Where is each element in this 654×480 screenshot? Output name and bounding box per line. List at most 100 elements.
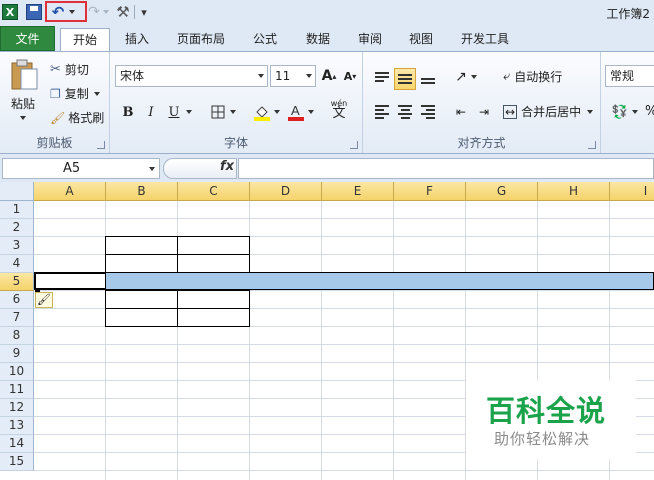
bordered-cell[interactable] [105,308,178,327]
column-header-b[interactable]: B [106,182,178,201]
row-header-7[interactable]: 7 [0,309,34,327]
font-size-dropdown-icon[interactable] [306,74,312,78]
bordered-cell[interactable] [105,290,178,309]
bordered-cell[interactable] [177,290,250,309]
column-header-d[interactable]: D [250,182,322,201]
fill-color-button[interactable] [251,101,273,123]
copy-dropdown-icon[interactable] [93,91,100,96]
accounting-format-dropdown-icon[interactable] [632,110,638,114]
selected-row-range[interactable] [34,272,654,290]
increase-indent-button[interactable]: ⇥ [473,101,495,123]
customize-toolbar-icon[interactable]: ▾ [138,3,150,21]
tab-page-layout[interactable]: 页面布局 [168,28,234,51]
row-header-12[interactable]: 12 [0,399,34,417]
bordered-cell[interactable] [177,254,250,273]
tab-formulas[interactable]: 公式 [243,28,287,51]
row-header-6[interactable]: 6 [0,291,34,309]
redo-dropdown-icon[interactable] [102,3,110,21]
row-header-2[interactable]: 2 [0,219,34,237]
format-painter-button[interactable]: 🖌 格式刷 [50,109,104,126]
align-top-button[interactable] [371,66,393,88]
underline-button[interactable]: U [163,101,185,123]
active-cell[interactable] [34,272,106,290]
shrink-font-button[interactable]: A ▾ [339,65,361,87]
tab-insert[interactable]: 插入 [114,28,160,51]
row-header-15[interactable]: 15 [0,453,34,471]
align-middle-button[interactable] [394,68,416,90]
column-header-f[interactable]: F [394,182,466,201]
row-header-3[interactable]: 3 [0,237,34,255]
row-header-9[interactable]: 9 [0,345,34,363]
tab-data[interactable]: 数据 [296,28,340,51]
column-header-a[interactable]: A [34,182,106,201]
align-right-button[interactable] [417,101,439,123]
column-header-e[interactable]: E [322,182,394,201]
row-header-11[interactable]: 11 [0,381,34,399]
undo-icon[interactable]: ↶ [50,3,66,21]
redo-icon[interactable]: ↷ [87,3,101,21]
bold-button[interactable]: B [117,101,139,123]
font-name-select[interactable]: 宋体 [115,65,268,87]
clipboard-launcher-icon[interactable] [97,141,105,149]
formula-input[interactable] [238,158,654,179]
row-header-13[interactable]: 13 [0,417,34,435]
bordered-cell[interactable] [105,254,178,273]
bordered-cell[interactable] [177,236,250,255]
name-box-dropdown-icon[interactable] [149,167,155,171]
row-header-8[interactable]: 8 [0,327,34,345]
row-header-5[interactable]: 5 [0,273,34,291]
column-header-i[interactable]: I [610,182,654,201]
paste-button[interactable]: 粘贴 [11,95,35,112]
align-center-button[interactable] [394,101,416,123]
orientation-dropdown-icon[interactable] [471,75,477,79]
tab-review[interactable]: 审阅 [348,28,392,51]
excel-icon[interactable]: X [2,4,18,20]
select-all-corner[interactable] [0,182,34,201]
percent-button[interactable]: % [645,104,654,119]
fill-color-dropdown-icon[interactable] [274,110,280,114]
alignment-launcher-icon[interactable] [588,141,596,149]
tab-file[interactable]: 文件 [0,26,55,51]
decrease-indent-button[interactable]: ⇤ [450,101,472,123]
align-left-button[interactable] [371,101,393,123]
name-box[interactable]: A5 [2,158,160,179]
font-size-select[interactable]: 11 [270,65,316,87]
tab-home[interactable]: 开始 [60,28,110,51]
font-launcher-icon[interactable] [350,141,358,149]
borders-dropdown-icon[interactable] [230,110,236,114]
borders-button[interactable] [207,101,229,123]
copy-button[interactable]: ❐ 复制 [50,85,100,102]
font-name-dropdown-icon[interactable] [258,74,264,78]
orientation-button[interactable]: ↗ [450,66,472,88]
cut-button[interactable]: ✂ 剪切 [50,61,89,78]
tab-view[interactable]: 视图 [399,28,443,51]
tools-icon[interactable]: ⚒ [113,3,133,21]
column-header-h[interactable]: H [538,182,610,201]
column-header-c[interactable]: C [178,182,250,201]
merge-center-dropdown-icon[interactable] [587,109,594,114]
undo-dropdown-icon[interactable] [68,3,76,21]
phonetic-button[interactable]: wén 文 [325,98,353,120]
insert-function-button[interactable]: fx [220,159,234,174]
row-header-14[interactable]: 14 [0,435,34,453]
number-format-select[interactable]: 常规 [605,65,654,87]
font-color-dropdown-icon[interactable] [308,110,314,114]
tab-developer[interactable]: 开发工具 [452,28,518,51]
paste-icon[interactable] [9,57,39,91]
bordered-cell[interactable] [177,308,250,327]
row-header-4[interactable]: 4 [0,255,34,273]
italic-button[interactable]: I [140,101,162,123]
merge-center-button[interactable]: ↔ 合并后居中 [503,103,594,120]
save-icon[interactable] [26,4,42,20]
accounting-format-button[interactable]: 💱 [609,101,631,123]
wrap-text-button[interactable]: ⤶ 自动换行 [503,68,562,85]
grow-font-button[interactable]: A ▴ [318,65,340,87]
bordered-cell[interactable] [105,236,178,255]
underline-dropdown-icon[interactable] [186,110,192,114]
font-color-button[interactable]: A [285,101,307,123]
paste-dropdown-icon[interactable] [20,116,26,120]
column-header-g[interactable]: G [466,182,538,201]
row-header-10[interactable]: 10 [0,363,34,381]
align-bottom-button[interactable] [417,70,439,92]
row-header-1[interactable]: 1 [0,201,34,219]
